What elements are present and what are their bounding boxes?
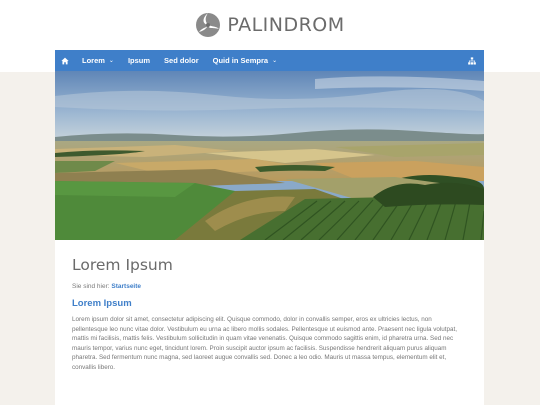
nav-item-label: Quid in Sempra xyxy=(212,56,269,65)
brand-name: PALINDROM xyxy=(227,14,345,36)
main-content: Lorem Ipsum Sie sind hier: Startseite Lo… xyxy=(55,240,484,405)
main-navigation: Lorem ⌄ Ipsum Sed dolor Quid in Sempra ⌄ xyxy=(55,50,484,71)
nav-item-quid-in-sempra[interactable]: Quid in Sempra ⌄ xyxy=(206,50,284,71)
section-title: Lorem Ipsum xyxy=(72,298,132,309)
palindrom-logo-icon xyxy=(196,13,221,37)
sitemap-icon xyxy=(468,56,476,65)
home-icon xyxy=(61,57,69,64)
landscape-illustration xyxy=(55,71,484,240)
site-header: PALINDROM xyxy=(0,0,540,50)
page-title: Lorem Ipsum xyxy=(72,256,173,274)
nav-item-label: Sed dolor xyxy=(164,56,199,65)
nav-item-lorem[interactable]: Lorem ⌄ xyxy=(75,50,121,71)
breadcrumb-link-startseite[interactable]: Startseite xyxy=(111,283,141,290)
body-text: Lorem ipsum dolor sit amet, consectetur … xyxy=(72,316,458,371)
chevron-down-icon: ⌄ xyxy=(272,58,278,64)
breadcrumb-prefix: Sie sind hier: xyxy=(72,283,110,290)
chevron-down-icon: ⌄ xyxy=(108,58,114,64)
nav-home[interactable] xyxy=(55,50,75,71)
hero-image xyxy=(55,71,484,240)
nav-item-ipsum[interactable]: Ipsum xyxy=(121,50,157,71)
breadcrumb: Sie sind hier: Startseite xyxy=(72,283,467,290)
logo[interactable]: PALINDROM xyxy=(195,12,344,38)
nav-item-sed-dolor[interactable]: Sed dolor xyxy=(157,50,206,71)
sitemap-button[interactable] xyxy=(461,50,484,71)
nav-item-label: Ipsum xyxy=(127,56,151,65)
nav-item-label: Lorem xyxy=(82,56,105,65)
